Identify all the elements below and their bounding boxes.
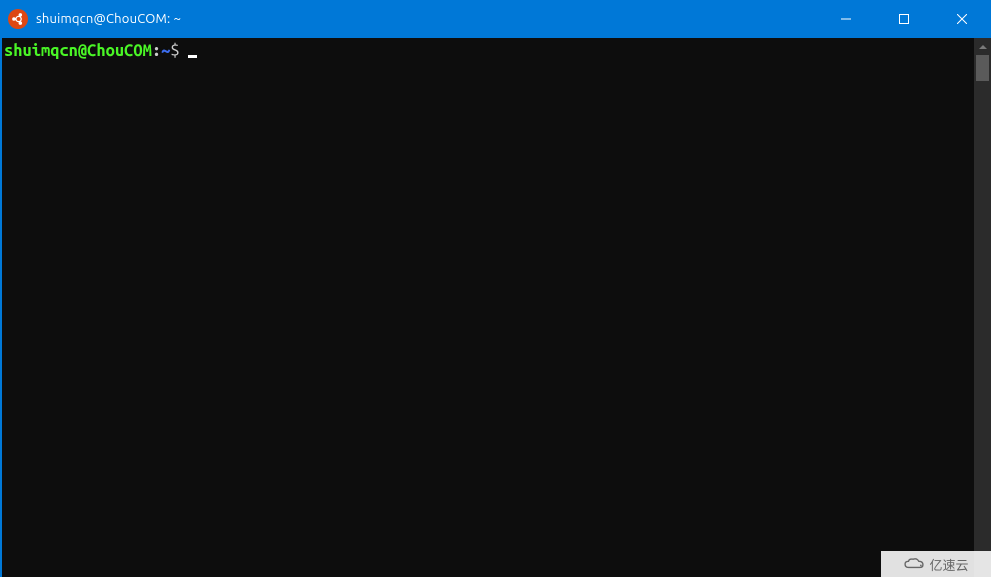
ubuntu-icon: [8, 9, 28, 29]
window-titlebar[interactable]: shuimqcn@ChouCOM: ~: [0, 0, 991, 38]
titlebar-left: shuimqcn@ChouCOM: ~: [0, 9, 817, 29]
scroll-thumb[interactable]: [976, 55, 989, 81]
minimize-button[interactable]: [817, 0, 875, 38]
text-cursor: [188, 55, 197, 58]
window-left-border: [0, 38, 2, 577]
scroll-arrow-up-icon[interactable]: [974, 38, 991, 55]
prompt-separator: :: [152, 42, 161, 60]
maximize-button[interactable]: [875, 0, 933, 38]
vertical-scrollbar[interactable]: [974, 38, 991, 577]
terminal-window: shuimqcn@ChouCOM: ~ shuimqcn@ChouCOM:~$ …: [0, 0, 991, 577]
watermark-text: 亿速云: [929, 555, 968, 574]
terminal-body[interactable]: shuimqcn@ChouCOM:~$: [0, 38, 991, 577]
prompt-user-host: shuimqcn@ChouCOM: [4, 42, 152, 60]
terminal-text-area[interactable]: shuimqcn@ChouCOM:~$: [0, 38, 974, 577]
watermark-badge: 亿速云: [881, 551, 991, 577]
prompt-symbol: $: [170, 42, 179, 60]
window-controls: [817, 0, 991, 38]
prompt-path: ~: [161, 42, 170, 60]
cloud-icon: [903, 557, 925, 571]
window-title: shuimqcn@ChouCOM: ~: [36, 12, 181, 26]
close-button[interactable]: [933, 0, 991, 38]
